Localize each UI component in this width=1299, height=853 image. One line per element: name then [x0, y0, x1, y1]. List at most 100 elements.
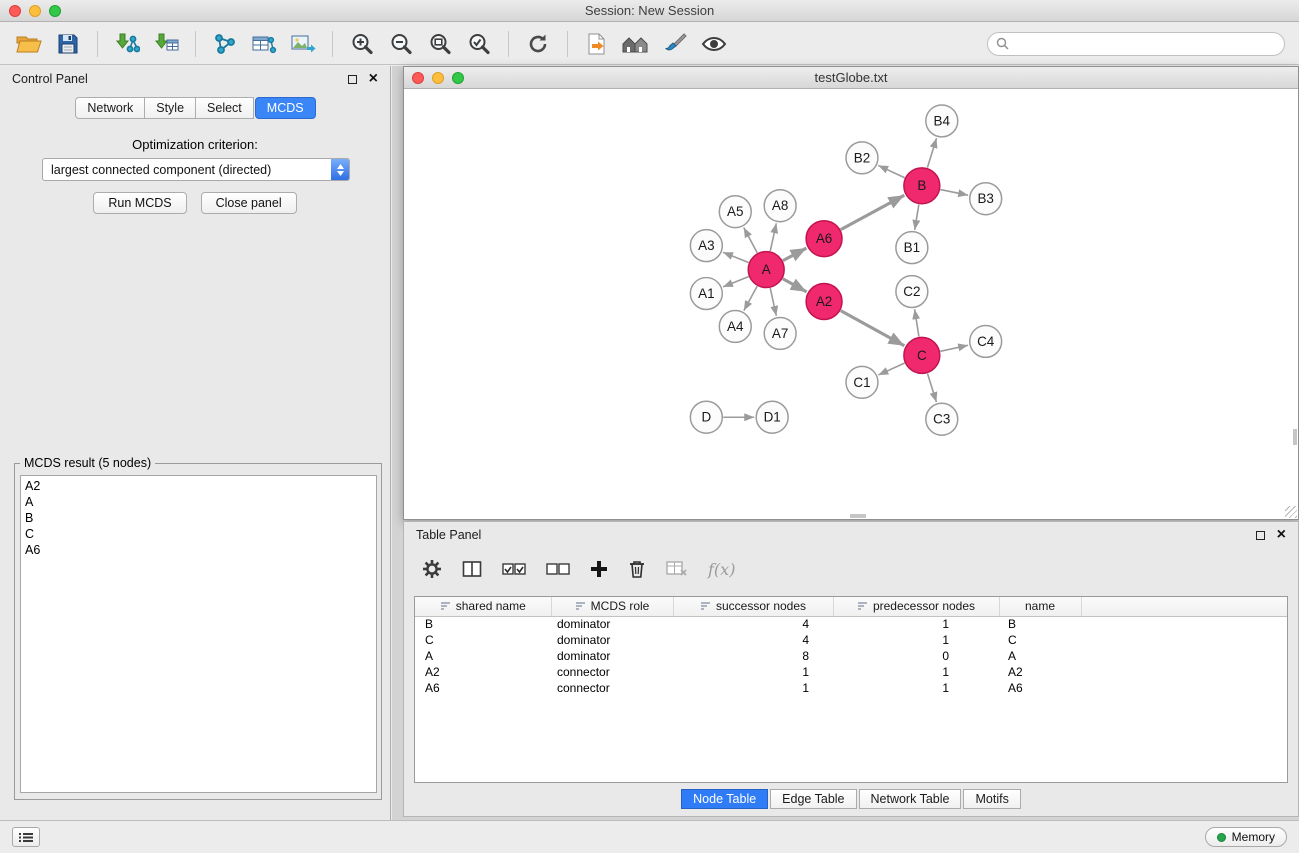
table-cell[interactable]: 1 [833, 664, 999, 680]
table-cell[interactable]: 8 [673, 648, 833, 664]
edge-A-A2[interactable] [783, 279, 807, 292]
tab-network-table[interactable]: Network Table [859, 789, 962, 809]
edge-A-A4[interactable] [744, 286, 757, 310]
show-hide-button[interactable] [697, 27, 731, 61]
column-header-successor-nodes[interactable]: successor nodes [673, 597, 833, 616]
table-cell[interactable]: 1 [833, 632, 999, 648]
edge-A2-C[interactable] [841, 311, 905, 346]
show-columns-button[interactable] [462, 554, 482, 584]
task-history-button[interactable] [12, 827, 40, 847]
open-document-button[interactable] [580, 27, 614, 61]
edge-C-C3[interactable] [927, 373, 936, 402]
table-cell[interactable]: 0 [833, 648, 999, 664]
run-mcds-button[interactable]: Run MCDS [93, 192, 186, 214]
table-cell[interactable]: B [999, 616, 1081, 632]
import-network-button[interactable] [110, 27, 144, 61]
table-cell[interactable]: 4 [673, 616, 833, 632]
tab-motifs[interactable]: Motifs [963, 789, 1020, 809]
mcds-result-item[interactable]: A6 [25, 542, 372, 558]
zoom-window-button[interactable] [49, 5, 61, 17]
mcds-result-item[interactable]: A2 [25, 478, 372, 494]
column-header-shared-name[interactable]: shared name [415, 597, 551, 616]
minimize-window-button[interactable] [29, 5, 41, 17]
network-view[interactable]: A1A3A4A5A7A8B1B2B3B4C1C2C3C4DD1AA2A6BC [404, 89, 1298, 519]
zoom-selected-button[interactable] [462, 27, 496, 61]
mcds-result-item[interactable]: B [25, 510, 372, 526]
table-cell[interactable]: dominator [551, 648, 673, 664]
table-settings-button[interactable] [422, 554, 442, 584]
table-cell[interactable]: B [415, 616, 551, 632]
deselect-all-button[interactable] [546, 554, 570, 584]
table-cell[interactable]: connector [551, 664, 673, 680]
edge-A-A6[interactable] [783, 248, 807, 261]
table-cell[interactable]: 4 [673, 632, 833, 648]
zoom-in-button[interactable] [345, 27, 379, 61]
mcds-result-item[interactable]: A [25, 494, 372, 510]
tab-edge-table[interactable]: Edge Table [770, 789, 856, 809]
tab-node-table[interactable]: Node Table [681, 789, 768, 809]
table-cell[interactable]: C [415, 632, 551, 648]
save-session-button[interactable] [51, 27, 85, 61]
add-column-button[interactable] [590, 554, 608, 584]
table-cell[interactable]: dominator [551, 616, 673, 632]
home-button[interactable] [619, 27, 653, 61]
table-cell[interactable]: 1 [673, 680, 833, 696]
table-row[interactable]: A6connector11A6 [415, 680, 1287, 696]
close-window-button[interactable] [9, 5, 21, 17]
column-header-predecessor-nodes[interactable]: predecessor nodes [833, 597, 999, 616]
edge-B-B3[interactable] [940, 190, 968, 196]
minimize-network-window-button[interactable] [432, 72, 444, 84]
zoom-fit-button[interactable] [423, 27, 457, 61]
edge-A-A7[interactable] [770, 288, 776, 316]
table-row[interactable]: Bdominator41B [415, 616, 1287, 632]
edge-A-A8[interactable] [770, 223, 776, 251]
table-cell[interactable]: A2 [415, 664, 551, 680]
table-cell[interactable]: A2 [999, 664, 1081, 680]
mcds-result-item[interactable]: C [25, 526, 372, 542]
delete-column-button[interactable] [628, 554, 646, 584]
table-cell[interactable]: A6 [415, 680, 551, 696]
float-table-panel-icon[interactable] [1256, 531, 1265, 540]
criterion-dropdown[interactable]: largest connected component (directed) [42, 158, 350, 181]
vertical-scrollbar[interactable] [1293, 429, 1297, 445]
table-cell[interactable]: connector [551, 680, 673, 696]
close-panel-icon[interactable]: × [369, 73, 378, 85]
edge-C-C4[interactable] [940, 345, 968, 351]
close-table-panel-icon[interactable]: × [1277, 529, 1286, 541]
tab-style[interactable]: Style [144, 97, 196, 119]
mcds-result-list[interactable]: A2ABCA6 [20, 475, 377, 793]
tab-network[interactable]: Network [75, 97, 145, 119]
search-input[interactable] [1014, 37, 1276, 51]
zoom-out-button[interactable] [384, 27, 418, 61]
resize-handle[interactable] [1285, 506, 1297, 518]
table-row[interactable]: Cdominator41C [415, 632, 1287, 648]
tab-select[interactable]: Select [195, 97, 254, 119]
table-cell[interactable]: 1 [673, 664, 833, 680]
tab-mcds[interactable]: MCDS [255, 97, 316, 119]
float-panel-icon[interactable] [348, 75, 357, 84]
edge-C-C2[interactable] [915, 309, 919, 336]
table-cell[interactable]: 1 [833, 680, 999, 696]
table-cell[interactable]: C [999, 632, 1081, 648]
memory-button[interactable]: Memory [1205, 827, 1287, 847]
close-network-window-button[interactable] [412, 72, 424, 84]
column-header-name[interactable]: name [999, 597, 1081, 616]
horizontal-scrollbar[interactable] [850, 514, 866, 518]
table-cell[interactable]: A6 [999, 680, 1081, 696]
select-all-button[interactable] [502, 554, 526, 584]
edge-B-B4[interactable] [927, 138, 936, 168]
edge-B-B1[interactable] [915, 204, 919, 229]
edge-A-A5[interactable] [744, 228, 758, 253]
close-panel-button[interactable]: Close panel [201, 192, 297, 214]
edge-B-B2[interactable] [878, 165, 904, 177]
new-network-table-button[interactable] [247, 27, 281, 61]
open-session-button[interactable] [12, 27, 46, 61]
column-header-mcds-role[interactable]: MCDS role [551, 597, 673, 616]
new-network-button[interactable] [208, 27, 242, 61]
refresh-button[interactable] [521, 27, 555, 61]
table-cell[interactable]: dominator [551, 632, 673, 648]
table-row[interactable]: A2connector11A2 [415, 664, 1287, 680]
edge-A6-B[interactable] [841, 195, 905, 229]
apply-style-button[interactable] [658, 27, 692, 61]
network-window-titlebar[interactable]: testGlobe.txt [404, 67, 1298, 89]
